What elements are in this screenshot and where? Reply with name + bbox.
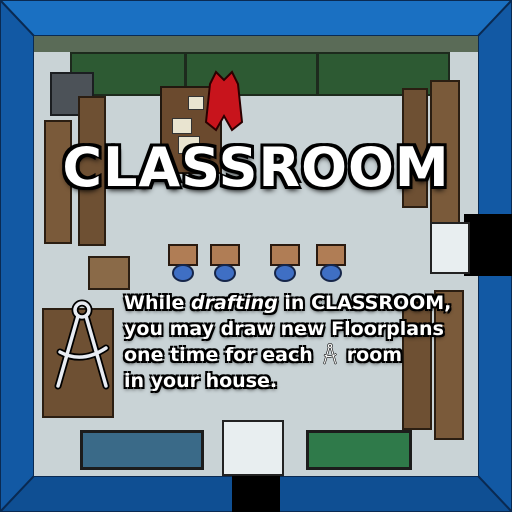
ability-line-2: you may draw new Floorplans bbox=[124, 318, 444, 340]
bottom-doorway bbox=[232, 470, 280, 512]
text-segment: While bbox=[124, 292, 192, 314]
paper bbox=[188, 96, 204, 110]
red-coat bbox=[204, 70, 244, 132]
room-card: CLASSROOM While drafting in CLASSROOM, y… bbox=[0, 0, 512, 512]
drafting-compass-icon bbox=[323, 343, 337, 365]
student-desk bbox=[270, 244, 300, 266]
bottom-door-leaf bbox=[222, 420, 284, 476]
drafting-compass-icon bbox=[54, 299, 110, 390]
student-chair bbox=[214, 264, 236, 282]
ability-line-3: one time for each room bbox=[124, 342, 470, 368]
student-chair bbox=[172, 264, 194, 282]
room-ability-text: While drafting in CLASSROOM, you may dra… bbox=[124, 290, 470, 394]
chalkboard bbox=[70, 52, 450, 96]
board-rail bbox=[34, 36, 478, 52]
side-table bbox=[88, 256, 130, 290]
right-door-leaf bbox=[430, 222, 470, 274]
room-title: CLASSROOM bbox=[62, 136, 450, 199]
text-segment: room bbox=[346, 344, 403, 366]
student-desk bbox=[316, 244, 346, 266]
green-rug bbox=[306, 430, 412, 470]
ability-line-4: in your house. bbox=[124, 370, 278, 392]
blue-rug bbox=[80, 430, 204, 470]
text-segment: one time for each bbox=[124, 344, 313, 366]
drafting-keyword: drafting bbox=[191, 292, 278, 314]
student-desk bbox=[168, 244, 198, 266]
right-doorway bbox=[464, 214, 512, 276]
text-segment: in CLASSROOM, bbox=[277, 292, 452, 314]
student-chair bbox=[274, 264, 296, 282]
ability-line-1: While drafting in CLASSROOM, bbox=[124, 290, 470, 316]
student-desk bbox=[210, 244, 240, 266]
chalkboard-divider bbox=[316, 52, 319, 96]
student-chair bbox=[320, 264, 342, 282]
paper bbox=[172, 118, 192, 134]
